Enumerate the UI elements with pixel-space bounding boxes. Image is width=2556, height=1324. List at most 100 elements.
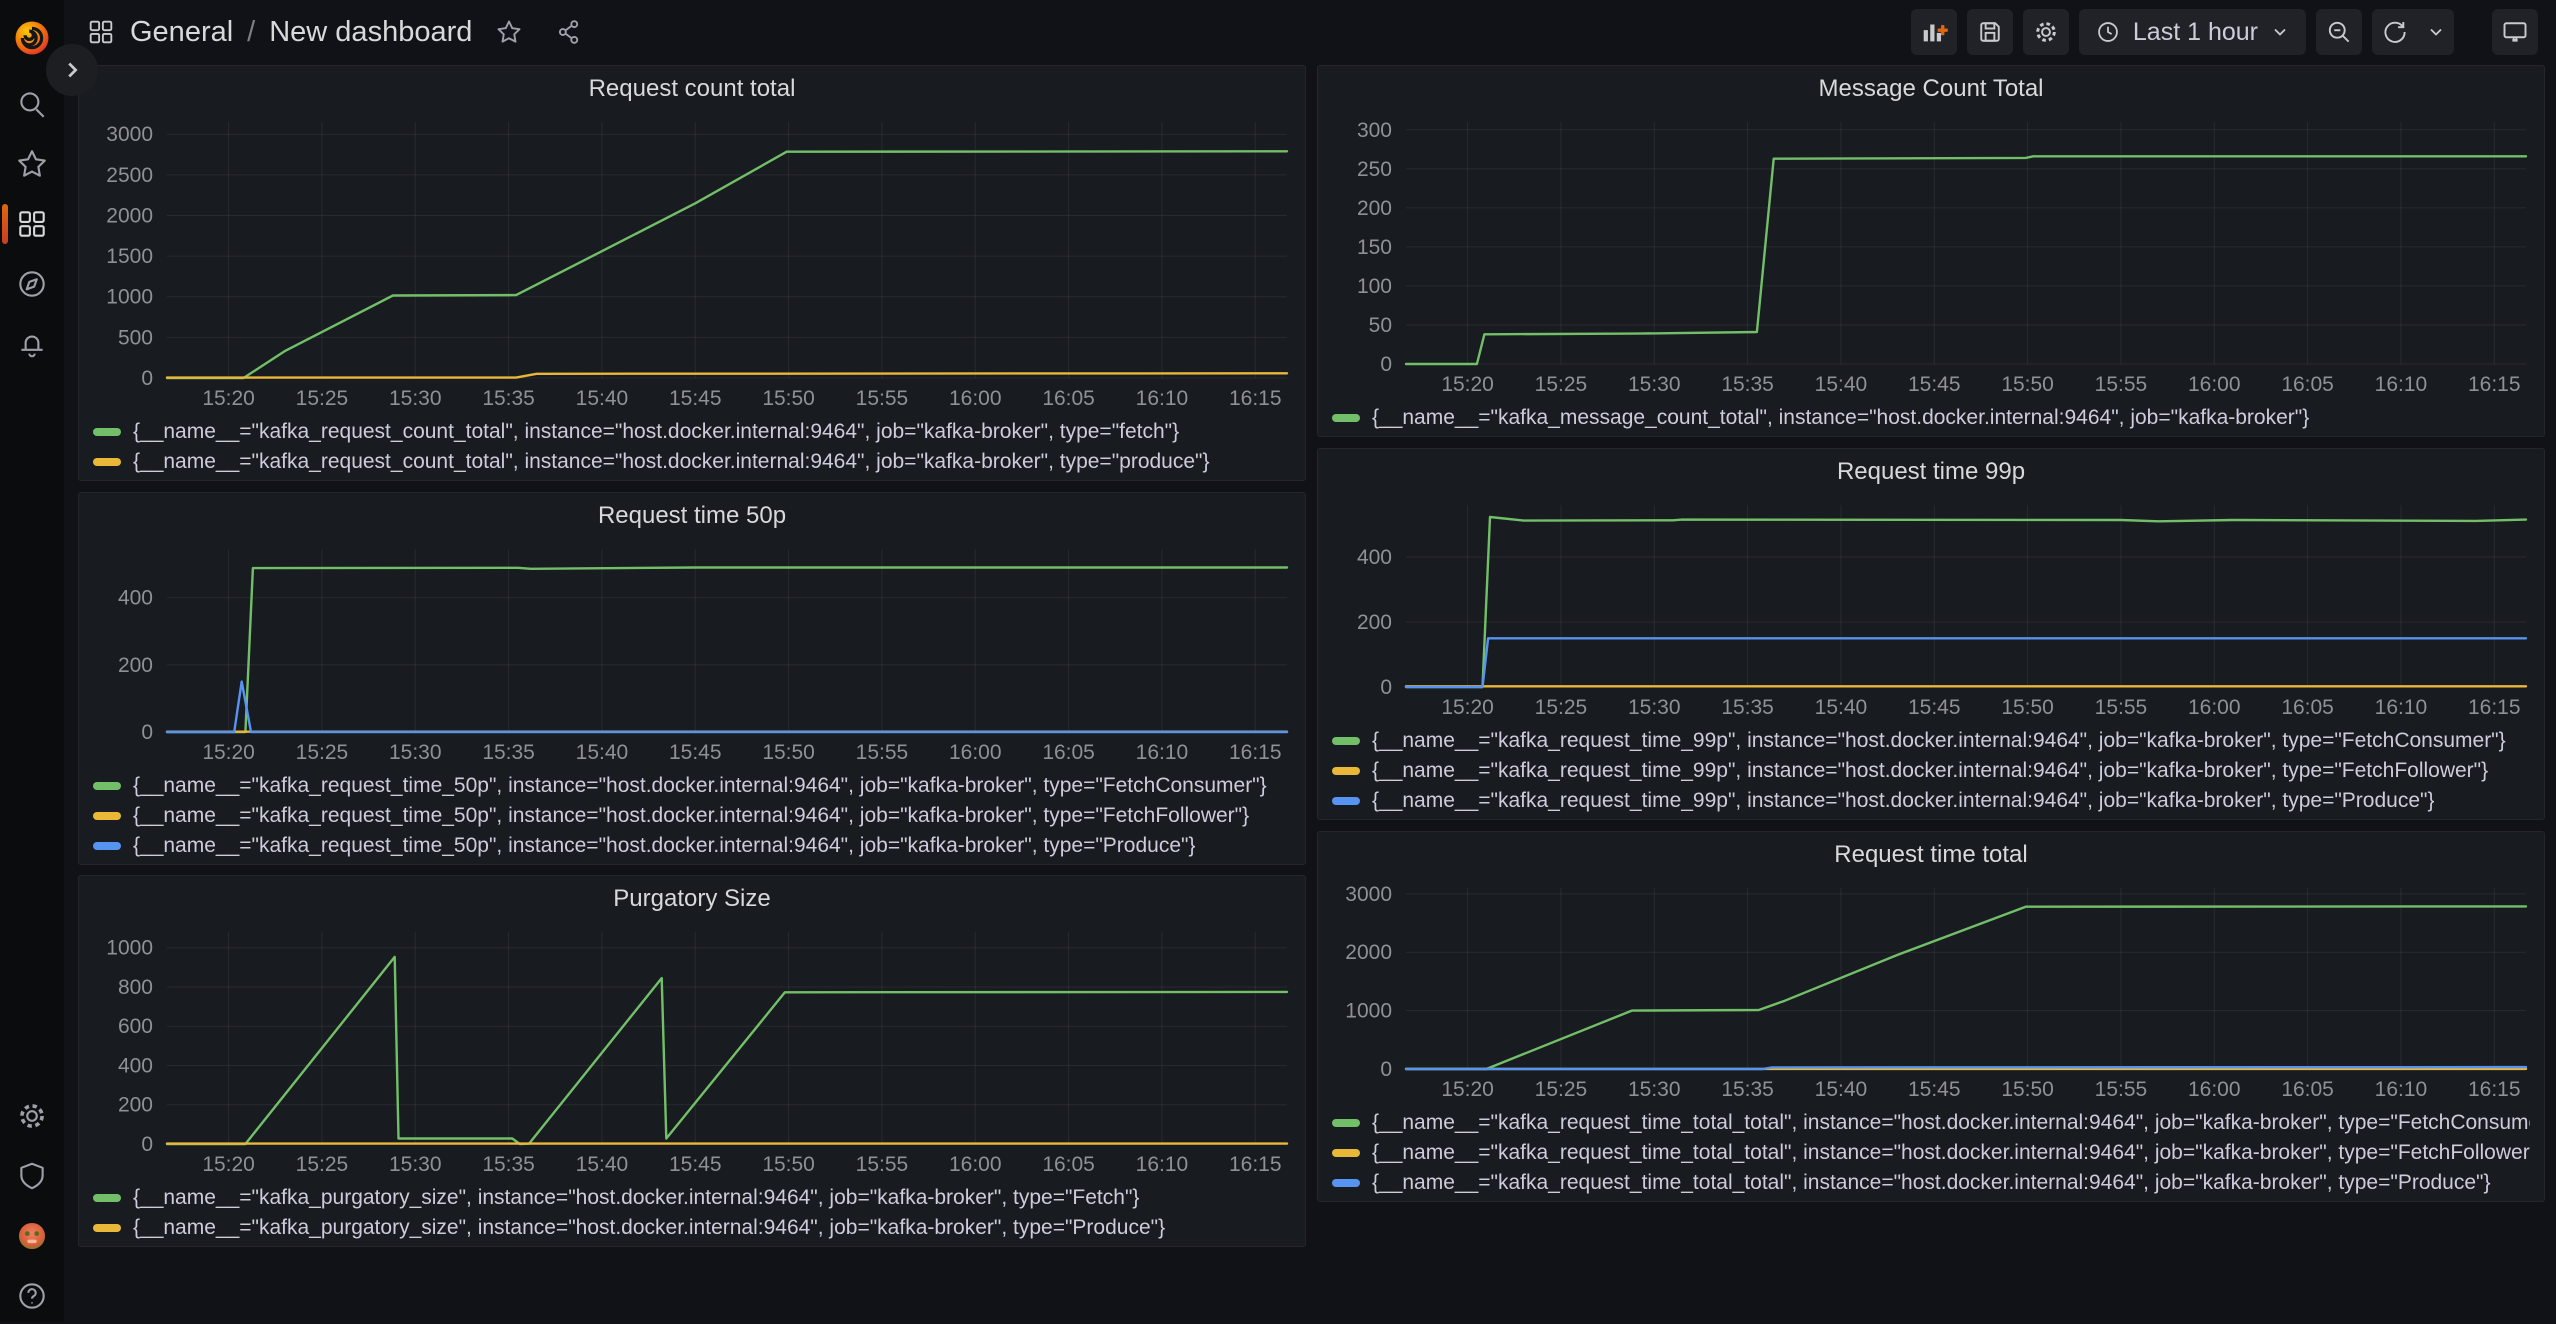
x-tick-label: 15:25	[1535, 696, 1588, 719]
panel-legend-purgatory-size: {__name__="kafka_purgatory_size", instan…	[79, 1183, 1305, 1249]
x-tick-label: 15:30	[389, 1153, 442, 1176]
panel-title-request-count-total[interactable]: Request count total	[79, 66, 1305, 112]
legend-label: {__name__="kafka_message_count_total", i…	[1372, 406, 2309, 430]
x-tick-label: 15:40	[1815, 1078, 1868, 1101]
nav-sidebar	[0, 0, 64, 1322]
chart-canvas-request-time-50p[interactable]: 15:2015:2515:3015:3515:4015:4515:5015:55…	[79, 539, 1303, 766]
legend-item[interactable]: {__name__="kafka_request_time_50p", inst…	[93, 771, 1291, 801]
alerting-bell-icon[interactable]	[0, 316, 64, 372]
time-series-line	[167, 151, 1287, 378]
x-tick-label: 16:00	[2188, 373, 2241, 396]
y-tick-label: 2000	[1345, 941, 1392, 964]
panel-title-message-count-total[interactable]: Message Count Total	[1318, 66, 2544, 112]
x-tick-label: 16:10	[1136, 1153, 1189, 1176]
x-tick-label: 15:50	[762, 387, 815, 410]
y-tick-label: 2500	[106, 164, 153, 187]
x-tick-label: 15:50	[762, 741, 815, 764]
x-tick-label: 16:10	[1136, 387, 1189, 410]
x-tick-label: 15:45	[1908, 373, 1961, 396]
legend-item[interactable]: {__name__="kafka_purgatory_size", instan…	[93, 1183, 1291, 1213]
y-tick-label: 1500	[106, 245, 153, 268]
time-series-line	[167, 568, 1287, 733]
y-tick-label: 0	[1380, 676, 1392, 699]
legend-item[interactable]: {__name__="kafka_request_time_99p", inst…	[1332, 726, 2530, 756]
y-tick-label: 500	[118, 326, 153, 349]
x-tick-label: 15:35	[1721, 696, 1774, 719]
legend-item[interactable]: {__name__="kafka_request_time_50p", inst…	[93, 801, 1291, 831]
panel-request-count-total: Request count total15:2015:2515:3015:351…	[78, 65, 1306, 481]
dashboard-grid: Request count total15:2015:2515:3015:351…	[0, 0, 2556, 1322]
x-tick-label: 16:05	[2281, 373, 2334, 396]
x-tick-label: 15:55	[856, 741, 909, 764]
x-tick-label: 15:30	[389, 741, 442, 764]
legend-item[interactable]: {__name__="kafka_message_count_total", i…	[1332, 403, 2530, 433]
legend-label: {__name__="kafka_request_time_99p", inst…	[1372, 729, 2506, 753]
legend-item[interactable]: {__name__="kafka_request_time_total_tota…	[1332, 1168, 2530, 1198]
y-tick-label: 200	[118, 1094, 153, 1117]
legend-swatch	[1332, 797, 1360, 805]
legend-item[interactable]: {__name__="kafka_request_time_99p", inst…	[1332, 786, 2530, 816]
panel-title-purgatory-size[interactable]: Purgatory Size	[79, 876, 1305, 922]
x-tick-label: 15:30	[1628, 696, 1681, 719]
x-tick-label: 15:50	[2001, 696, 2054, 719]
legend-item[interactable]: {__name__="kafka_request_time_total_tota…	[1332, 1138, 2530, 1168]
x-tick-label: 15:45	[1908, 1078, 1961, 1101]
x-tick-label: 16:15	[1229, 1153, 1282, 1176]
y-tick-label: 400	[118, 1054, 153, 1077]
x-tick-label: 16:15	[2468, 1078, 2521, 1101]
active-nav-indicator	[2, 204, 8, 244]
panel-request-time-total: Request time total15:2015:2515:3015:3515…	[1317, 831, 2545, 1202]
user-avatar[interactable]	[0, 1208, 64, 1264]
panel-message-count-total: Message Count Total15:2015:2515:3015:351…	[1317, 65, 2545, 437]
x-tick-label: 15:20	[1441, 1078, 1494, 1101]
chart-canvas-message-count-total[interactable]: 15:2015:2515:3015:3515:4015:4515:5015:55…	[1318, 112, 2542, 398]
x-tick-label: 15:55	[856, 387, 909, 410]
y-tick-label: 100	[1357, 275, 1392, 298]
starred-icon[interactable]	[0, 136, 64, 192]
legend-item[interactable]: {__name__="kafka_request_count_total", i…	[93, 417, 1291, 447]
x-tick-label: 16:00	[949, 387, 1002, 410]
panel-title-request-time-50p[interactable]: Request time 50p	[79, 493, 1305, 539]
chart-canvas-request-time-total[interactable]: 15:2015:2515:3015:3515:4015:4515:5015:55…	[1318, 878, 2542, 1103]
x-tick-label: 15:25	[296, 741, 349, 764]
x-tick-label: 16:05	[1042, 387, 1095, 410]
chart-canvas-request-count-total[interactable]: 15:2015:2515:3015:3515:4015:4515:5015:55…	[79, 112, 1303, 412]
x-tick-label: 16:15	[1229, 741, 1282, 764]
legend-item[interactable]: {__name__="kafka_request_time_99p", inst…	[1332, 756, 2530, 786]
legend-swatch	[1332, 767, 1360, 775]
y-tick-label: 3000	[106, 123, 153, 146]
x-tick-label: 15:20	[202, 1153, 255, 1176]
x-tick-label: 15:35	[1721, 1078, 1774, 1101]
x-tick-label: 16:05	[2281, 696, 2334, 719]
panel-legend-request-time-99p: {__name__="kafka_request_time_99p", inst…	[1318, 726, 2544, 822]
legend-item[interactable]: {__name__="kafka_purgatory_size", instan…	[93, 1213, 1291, 1243]
legend-item[interactable]: {__name__="kafka_request_time_50p", inst…	[93, 831, 1291, 861]
explore-compass-icon[interactable]	[0, 256, 64, 312]
x-tick-label: 16:15	[2468, 696, 2521, 719]
x-tick-label: 15:25	[296, 387, 349, 410]
legend-item[interactable]: {__name__="kafka_request_time_total_tota…	[1332, 1108, 2530, 1138]
admin-shield-icon[interactable]	[0, 1148, 64, 1204]
x-tick-label: 16:00	[2188, 1078, 2241, 1101]
help-icon[interactable]	[0, 1268, 64, 1324]
y-tick-label: 0	[141, 1133, 153, 1156]
x-tick-label: 15:25	[1535, 1078, 1588, 1101]
x-tick-label: 15:30	[389, 387, 442, 410]
time-series-line	[1406, 906, 2526, 1069]
chart-canvas-request-time-99p[interactable]: 15:2015:2515:3015:3515:4015:4515:5015:55…	[1318, 495, 2542, 721]
x-tick-label: 15:55	[2095, 373, 2148, 396]
panel-request-time-50p: Request time 50p15:2015:2515:3015:3515:4…	[78, 492, 1306, 865]
panel-title-request-time-total[interactable]: Request time total	[1318, 832, 2544, 878]
legend-item[interactable]: {__name__="kafka_request_count_total", i…	[93, 447, 1291, 477]
settings-gear-icon[interactable]	[0, 1088, 64, 1144]
expand-sidebar-button[interactable]	[46, 44, 98, 96]
dashboards-icon[interactable]	[0, 196, 64, 252]
x-tick-label: 15:40	[1815, 696, 1868, 719]
y-tick-label: 200	[1357, 197, 1392, 220]
legend-label: {__name__="kafka_request_time_50p", inst…	[133, 774, 1267, 798]
chart-canvas-purgatory-size[interactable]: 15:2015:2515:3015:3515:4015:4515:5015:55…	[79, 922, 1303, 1178]
time-series-line	[167, 373, 1287, 377]
legend-swatch	[93, 842, 121, 850]
panel-title-request-time-99p[interactable]: Request time 99p	[1318, 449, 2544, 495]
legend-swatch	[93, 428, 121, 436]
